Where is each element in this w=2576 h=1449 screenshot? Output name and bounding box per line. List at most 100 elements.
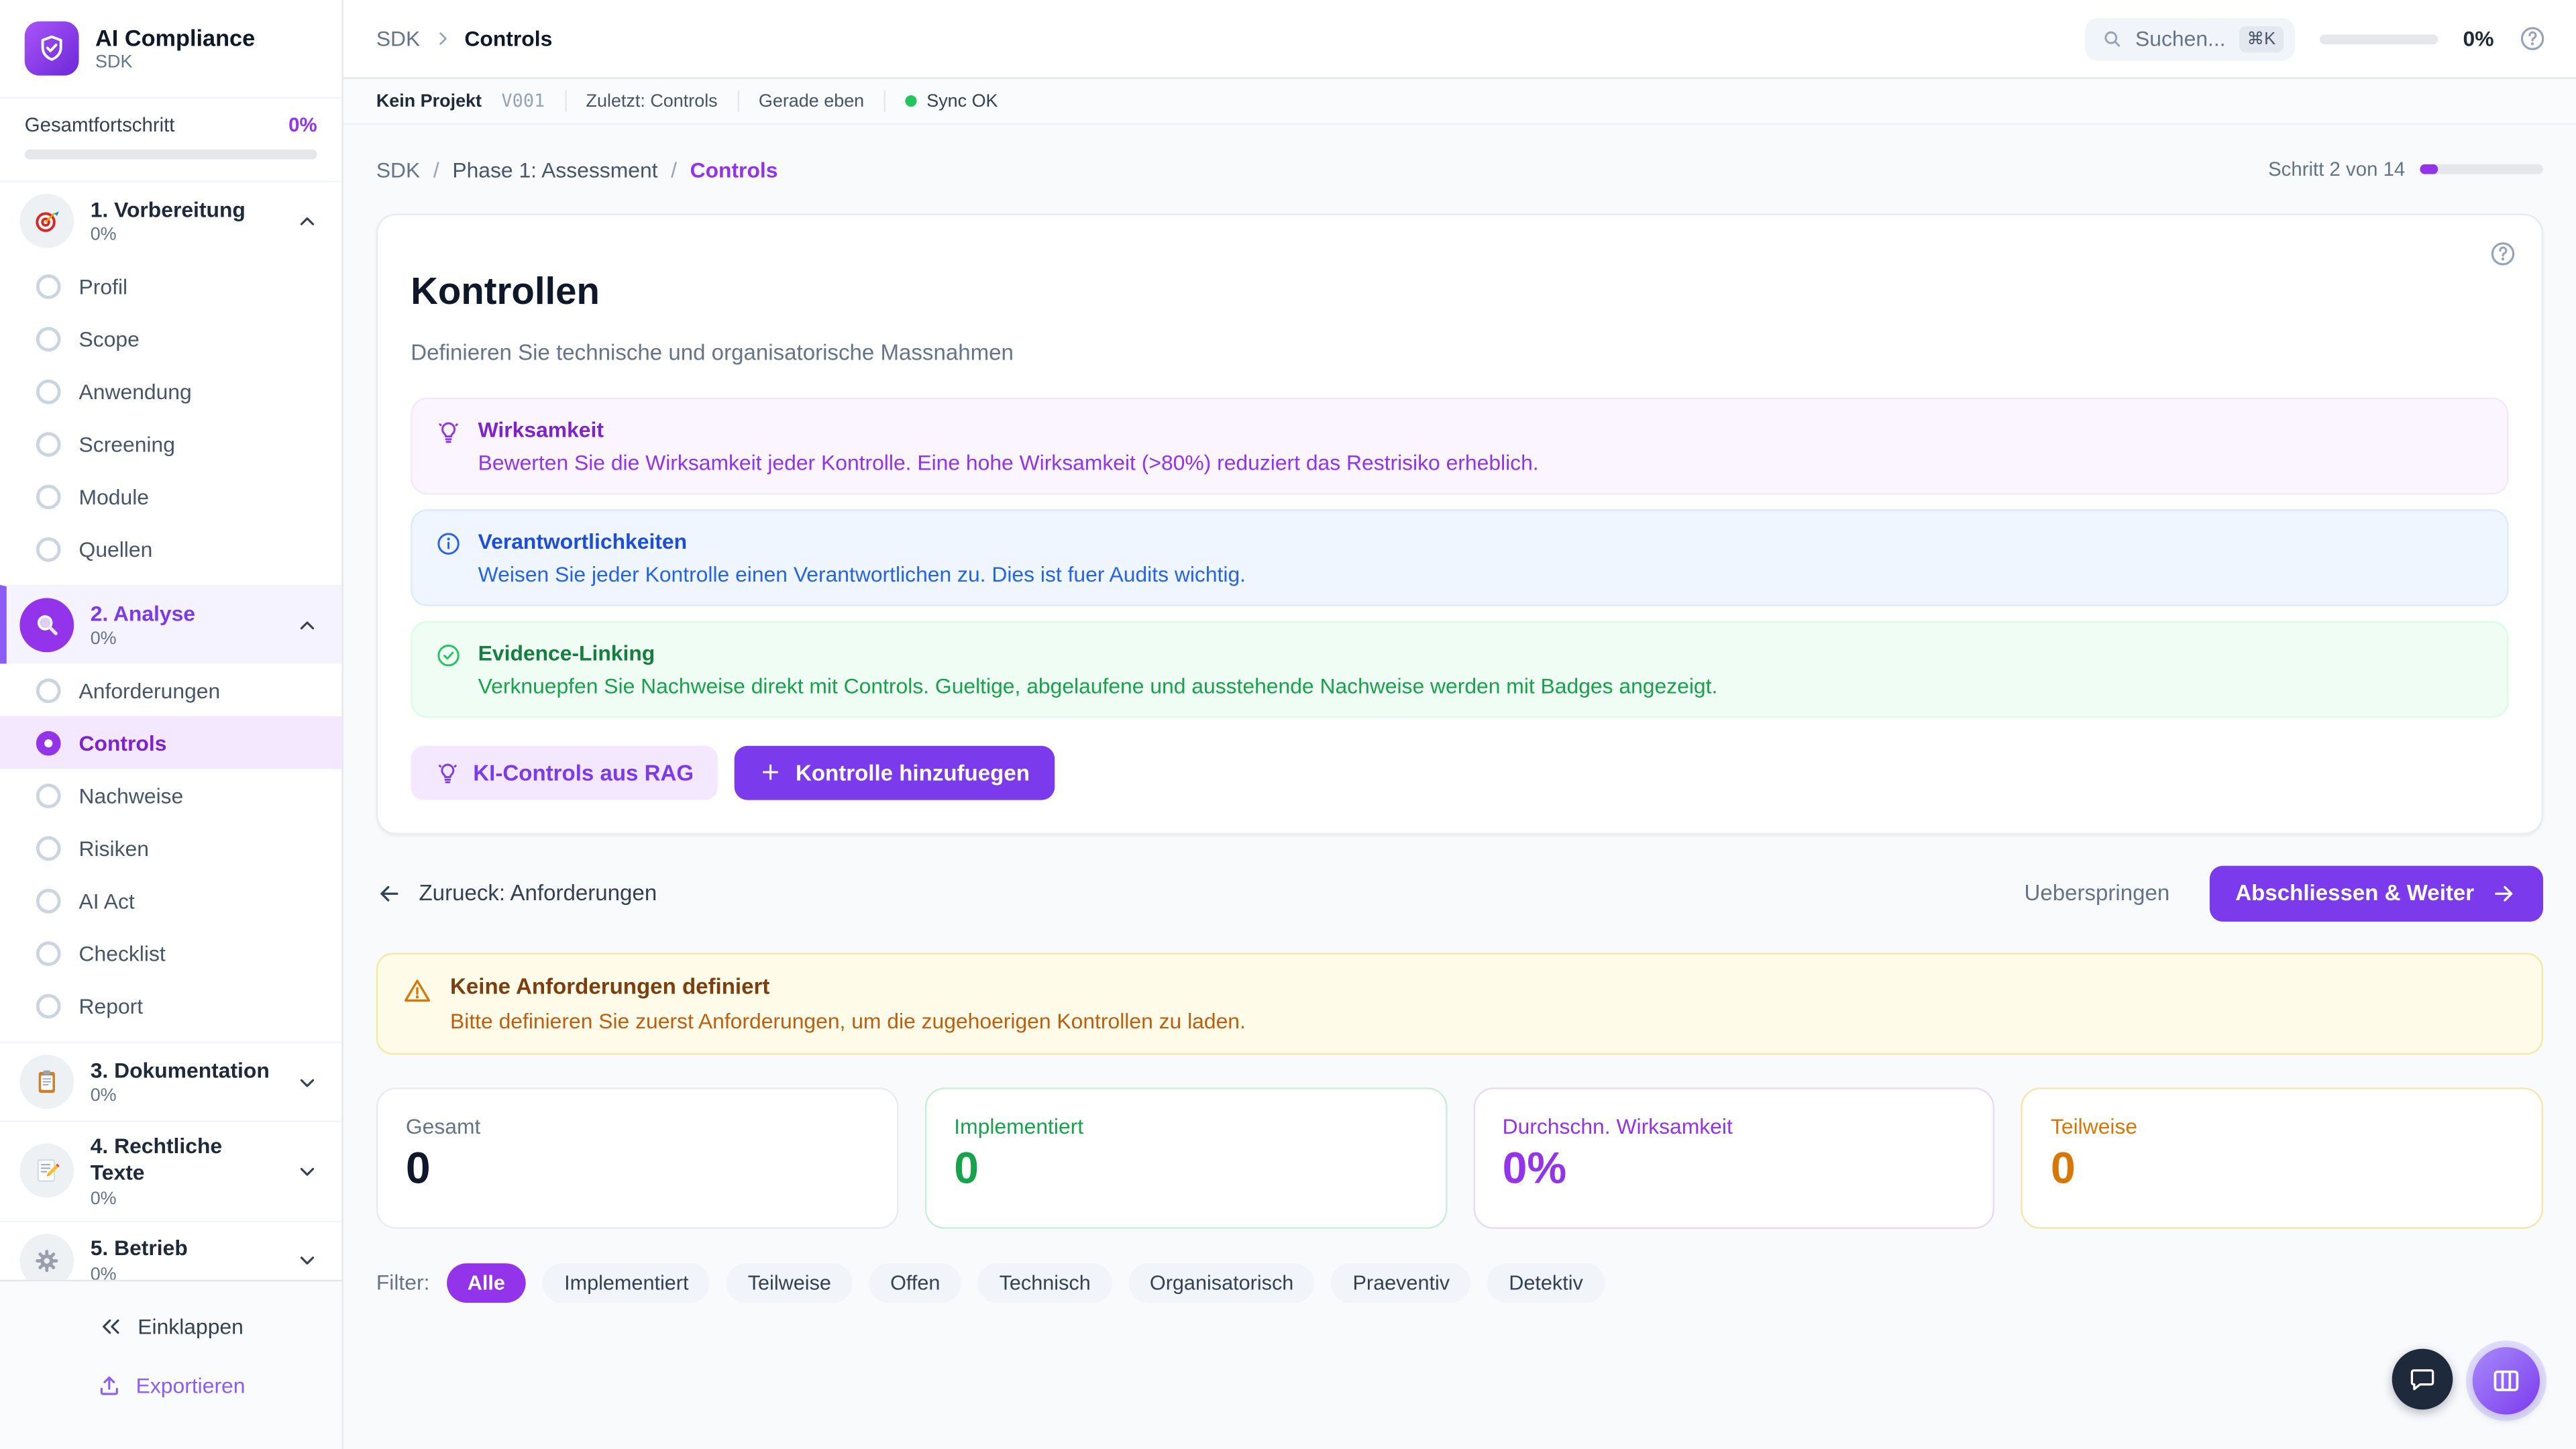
back-button[interactable]: Zurueck: Anforderungen [376, 880, 657, 906]
sidebar-item-checklist[interactable]: Checklist [0, 926, 341, 979]
tip-evidence-linking: Evidence-Linking Verknuepfen Sie Nachwei… [411, 621, 2508, 717]
section-analyse[interactable]: 2. Analyse 0% [0, 585, 341, 664]
breadcrumb-current: Controls [464, 26, 552, 51]
sidebar-item-module[interactable]: Module [0, 470, 341, 522]
radio-icon [36, 835, 61, 860]
chevron-down-icon [296, 1071, 319, 1093]
app-logo [25, 21, 79, 76]
tip-verantwortlichkeiten: Verantwortlichkeiten Weisen Sie jeder Ko… [411, 509, 2508, 606]
section-name: 2. Analyse [91, 601, 280, 628]
radio-icon [36, 537, 61, 561]
section-dokumentation[interactable]: 3. Dokumentation 0% [0, 1042, 341, 1121]
breadcrumb-current: Controls [690, 157, 778, 182]
stats-row: Gesamt 0 Implementiert 0 Durchschn. Wirk… [376, 1087, 2543, 1229]
sidebar-item-label: Nachweise [79, 783, 184, 808]
sidebar-item-scope[interactable]: Scope [0, 312, 341, 364]
sidebar-item-quellen[interactable]: Quellen [0, 523, 341, 575]
filter-chip-technisch[interactable]: Technisch [978, 1263, 1112, 1303]
collapse-label: Einklappen [138, 1313, 244, 1338]
help-icon[interactable] [2489, 240, 2517, 268]
page-subtitle: Definieren Sie technische und organisato… [411, 339, 2508, 364]
radio-icon [36, 993, 61, 1018]
filter-chip-implementiert[interactable]: Implementiert [543, 1263, 710, 1303]
filter-chip-alle[interactable]: Alle [446, 1263, 527, 1303]
skip-button[interactable]: Ueberspringen [2024, 881, 2169, 906]
sidebar-item-anwendung[interactable]: Anwendung [0, 365, 341, 417]
chat-fab-button[interactable] [2392, 1349, 2453, 1410]
sidebar-item-label: Controls [79, 731, 167, 755]
sidebar-item-anforderungen[interactable]: Anforderungen [0, 663, 341, 716]
stat-value: 0 [406, 1144, 869, 1193]
add-control-button[interactable]: Kontrolle hinzufuegen [735, 745, 1054, 800]
filter-chip-organisatorisch[interactable]: Organisatorisch [1128, 1263, 1315, 1303]
sidebar-item-screening[interactable]: Screening [0, 417, 341, 470]
keyboard-shortcut-badge: ⌘K [2239, 25, 2284, 52]
sidebar-item-report[interactable]: Report [0, 979, 341, 1032]
filter-chip-teilweise[interactable]: Teilweise [727, 1263, 853, 1303]
breadcrumb-root[interactable]: SDK [376, 26, 420, 51]
stat-label: Durchschn. Wirksamkeit [1503, 1114, 1966, 1138]
breadcrumb-phase[interactable]: Phase 1: Assessment [452, 157, 657, 182]
lightbulb-icon [435, 419, 462, 474]
sidebar-item-controls[interactable]: Controls [0, 716, 341, 769]
stat-teilweise: Teilweise 0 [2021, 1087, 2543, 1229]
section-progress: 0% [91, 1189, 280, 1208]
stat-value: 0% [1503, 1144, 1966, 1193]
section-vorbereitung[interactable]: 1. Vorbereitung 0% [0, 182, 341, 260]
arrow-left-icon [376, 880, 402, 906]
step-progress-bar [2420, 164, 2543, 174]
tip-title: Evidence-Linking [478, 641, 1718, 665]
board-view-fab-button[interactable] [2473, 1347, 2540, 1414]
section-betrieb[interactable]: 5. Betrieb 0% [0, 1220, 341, 1279]
filter-chip-offen[interactable]: Offen [869, 1263, 961, 1303]
project-name: Kein Projekt [376, 91, 482, 111]
sidebar-item-label: Risiken [79, 835, 149, 860]
section-name: 4. Rechtliche Texte [91, 1134, 280, 1187]
collapse-sidebar-button[interactable]: Einklappen [0, 1303, 341, 1349]
tip-list: Wirksamkeit Bewerten Sie die Wirksamkeit… [411, 397, 2508, 718]
sync-ok-dot-icon [905, 95, 916, 107]
controls-card: Kontrollen Definieren Sie technische und… [376, 213, 2543, 834]
sidebar-item-profil[interactable]: Profil [0, 260, 341, 312]
ai-controls-label: KI-Controls aus RAG [473, 760, 694, 785]
sidebar-item-label: AI Act [79, 888, 135, 913]
info-icon [435, 531, 462, 586]
section-rechtliche-texte[interactable]: 4. Rechtliche Texte 0% [0, 1120, 341, 1220]
search-input[interactable]: Suchen... ⌘K [2084, 17, 2296, 60]
filter-chip-detektiv[interactable]: Detektiv [1487, 1263, 1604, 1303]
magnifier-icon [19, 598, 74, 652]
help-icon[interactable] [2518, 25, 2546, 53]
brand: AI Compliance SDK [0, 0, 341, 97]
page-header: SDK / Phase 1: Assessment / Controls Sch… [343, 125, 2576, 213]
breadcrumb-separator: / [671, 157, 677, 182]
radio-icon [36, 378, 61, 403]
export-button[interactable]: Exportieren [0, 1362, 341, 1408]
warning-triangle-icon [402, 975, 432, 1033]
upload-icon [97, 1373, 121, 1397]
radio-icon [36, 941, 61, 965]
sidebar-item-ai-act[interactable]: AI Act [0, 874, 341, 926]
chat-bubble-icon [2408, 1365, 2436, 1393]
overall-progress: Gesamtfortschritt 0% [0, 97, 341, 182]
chevron-down-icon [296, 1159, 319, 1182]
main-area: SDK Controls Suchen... ⌘K 0% [343, 0, 2576, 1449]
breadcrumb-separator: / [433, 157, 439, 182]
plus-icon [759, 761, 782, 784]
stat-gesamt: Gesamt 0 [376, 1087, 898, 1229]
app-window: AI Compliance SDK Gesamtfortschritt 0% 1… [0, 0, 2576, 1449]
filter-chip-praeventiv[interactable]: Praeventiv [1332, 1263, 1471, 1303]
gear-icon [19, 1233, 74, 1280]
ai-controls-button[interactable]: KI-Controls aus RAG [411, 745, 718, 800]
tip-body: Verknuepfen Sie Nachweise direkt mit Con… [478, 674, 1718, 698]
breadcrumb-root[interactable]: SDK [376, 157, 420, 182]
finish-next-button[interactable]: Abschliessen & Weiter [2209, 865, 2543, 921]
section-name: 1. Vorbereitung [91, 197, 280, 224]
sidebar-item-label: Module [79, 484, 149, 508]
filter-label: Filter: [376, 1271, 430, 1295]
sidebar-item-risiken[interactable]: Risiken [0, 821, 341, 873]
arrow-right-icon [2491, 880, 2517, 906]
sidebar-item-label: Checklist [79, 941, 166, 965]
tip-body: Weisen Sie jeder Kontrolle einen Verantw… [478, 561, 1246, 586]
search-icon [2101, 28, 2123, 50]
sidebar-item-nachweise[interactable]: Nachweise [0, 769, 341, 821]
